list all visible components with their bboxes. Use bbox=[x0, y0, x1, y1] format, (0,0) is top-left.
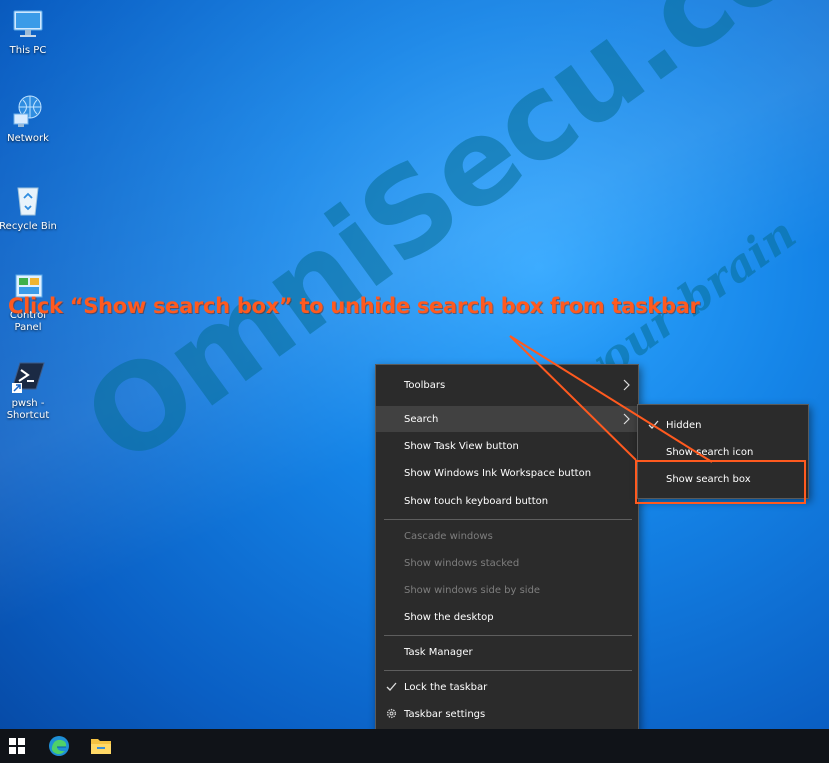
menu-item-taskbar-settings[interactable]: Taskbar settings bbox=[376, 701, 638, 727]
menu-item-label: Taskbar settings bbox=[404, 708, 486, 720]
menu-item-label: Task Manager bbox=[404, 646, 473, 658]
submenu-item-label: Show search box bbox=[666, 473, 751, 485]
menu-item-show-touch-keyboard[interactable]: Show touch keyboard button bbox=[376, 488, 638, 514]
annotation-headline: Click “Show search box” to unhide search… bbox=[8, 294, 700, 318]
menu-item-toolbars[interactable]: Toolbars bbox=[376, 372, 638, 398]
network-icon bbox=[10, 94, 46, 130]
start-icon bbox=[9, 738, 25, 754]
menu-item-label: Cascade windows bbox=[404, 530, 493, 542]
menu-item-search[interactable]: Search bbox=[376, 406, 638, 432]
menu-item-label: Show the desktop bbox=[404, 611, 494, 623]
edge-icon bbox=[49, 736, 69, 756]
start-button[interactable] bbox=[0, 729, 38, 763]
desktop-icon-this-pc[interactable]: This PC bbox=[0, 6, 60, 57]
menu-item-show-task-view[interactable]: Show Task View button bbox=[376, 433, 638, 459]
menu-item-label: Toolbars bbox=[404, 379, 446, 391]
gear-icon bbox=[386, 708, 397, 719]
menu-item-label: Lock the taskbar bbox=[404, 681, 488, 693]
taskbar bbox=[0, 729, 829, 763]
checkmark-icon bbox=[386, 682, 397, 691]
desktop-icon-label: This PC bbox=[9, 45, 47, 56]
chevron-right-icon bbox=[623, 413, 630, 425]
taskbar-context-menu: Toolbars Search Show Task View button Sh… bbox=[375, 364, 639, 734]
menu-item-label: Show windows stacked bbox=[404, 557, 520, 569]
menu-item-lock-taskbar[interactable]: Lock the taskbar bbox=[376, 674, 638, 700]
desktop-icon-pwsh-shortcut[interactable]: pwsh - Shortcut bbox=[0, 359, 60, 422]
submenu-item-label: Show search icon bbox=[666, 446, 754, 458]
menu-separator bbox=[384, 635, 632, 636]
menu-separator bbox=[384, 670, 632, 671]
submenu-item-show-search-icon[interactable]: Show search icon bbox=[638, 439, 808, 465]
powershell-icon bbox=[10, 359, 46, 395]
submenu-item-label: Hidden bbox=[666, 419, 702, 431]
menu-item-label: Show touch keyboard button bbox=[404, 495, 549, 507]
file-explorer-button[interactable] bbox=[80, 729, 122, 763]
menu-item-show-ink-workspace[interactable]: Show Windows Ink Workspace button bbox=[376, 460, 638, 486]
menu-item-show-windows-stacked: Show windows stacked bbox=[376, 550, 638, 576]
menu-item-show-desktop[interactable]: Show the desktop bbox=[376, 604, 638, 630]
search-submenu: Hidden Show search icon Show search box bbox=[637, 404, 809, 499]
menu-item-label: Show Task View button bbox=[404, 440, 519, 452]
menu-item-show-side-by-side: Show windows side by side bbox=[376, 577, 638, 603]
menu-separator bbox=[384, 519, 632, 520]
this-pc-icon bbox=[10, 6, 46, 42]
desktop-icon-network[interactable]: Network bbox=[0, 94, 60, 145]
recycle-bin-icon bbox=[10, 182, 46, 218]
desktop-icon-label: Network bbox=[7, 133, 49, 144]
menu-item-task-manager[interactable]: Task Manager bbox=[376, 639, 638, 665]
menu-item-cascade-windows: Cascade windows bbox=[376, 523, 638, 549]
desktop-icon-label: pwsh - Shortcut bbox=[6, 398, 50, 421]
file-explorer-icon bbox=[91, 739, 111, 754]
submenu-item-show-search-box[interactable]: Show search box bbox=[638, 466, 808, 492]
submenu-item-hidden[interactable]: Hidden bbox=[638, 412, 808, 438]
desktop-icon-label: Recycle Bin bbox=[0, 221, 57, 232]
edge-button[interactable] bbox=[38, 729, 80, 763]
checkmark-icon bbox=[648, 420, 659, 429]
desktop-icon-recycle-bin[interactable]: Recycle Bin bbox=[0, 182, 60, 233]
chevron-right-icon bbox=[623, 379, 630, 391]
menu-item-label: Search bbox=[404, 413, 439, 425]
menu-item-label: Show windows side by side bbox=[404, 584, 541, 596]
menu-item-label: Show Windows Ink Workspace button bbox=[404, 467, 592, 479]
